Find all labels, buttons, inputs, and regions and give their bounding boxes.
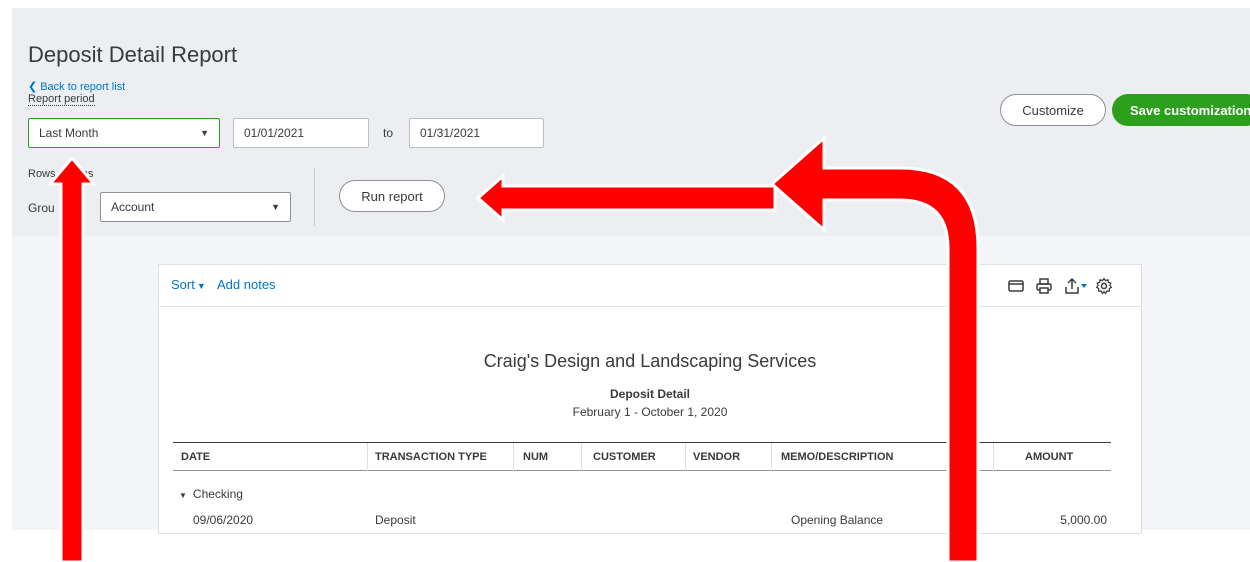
email-icon[interactable] — [1007, 277, 1025, 295]
column-header-date[interactable]: DATE — [181, 451, 210, 463]
company-name: Craig's Design and Landscaping Services — [483, 351, 817, 371]
screen: Deposit Detail Report ❮ Back to report li… — [0, 0, 1250, 562]
column-header-memo[interactable]: MEMO/DESCRIPTION — [781, 451, 893, 463]
column-divider — [367, 443, 368, 471]
group-by-label: Grou — [28, 201, 55, 215]
print-icon[interactable] — [1035, 277, 1053, 295]
report-period-value: Last Month — [39, 126, 99, 140]
row-transaction-type[interactable]: Deposit — [375, 513, 416, 527]
group-by-value: Account — [111, 200, 155, 214]
report-period-label: Report period — [28, 93, 95, 106]
caret-down-icon: ▼ — [179, 491, 187, 500]
column-header-customer[interactable]: CUSTOMER — [593, 451, 656, 463]
column-divider — [513, 443, 514, 471]
report-toolbar: Sort ▼ Add notes — [159, 265, 1141, 307]
report-container: Sort ▼ Add notes Craig's Design and Land… — [158, 264, 1142, 534]
column-header-amount[interactable]: AMOUNT — [1025, 451, 1073, 463]
row-date: 09/06/2020 — [193, 513, 254, 527]
sort-menu[interactable]: Sort ▼ — [171, 277, 206, 292]
column-divider — [581, 443, 582, 471]
caret-down-icon: ▼ — [271, 202, 280, 212]
add-notes-link[interactable]: Add notes — [217, 277, 276, 292]
column-header-num[interactable]: NUM — [523, 451, 548, 463]
group-by-select[interactable]: Account ▼ — [100, 192, 291, 222]
export-icon[interactable] — [1063, 277, 1089, 295]
to-label: to — [383, 126, 394, 140]
column-divider — [685, 443, 686, 471]
group-row-checking[interactable]: ▼ Checking — [179, 487, 243, 501]
back-to-report-list-link[interactable]: ❮ Back to report list — [28, 80, 125, 93]
table-header: DATE TRANSACTION TYPE NUM CUSTOMER VENDO… — [173, 442, 1111, 471]
report-period-select[interactable]: Last Month ▼ — [28, 118, 220, 148]
settings-gear-icon[interactable] — [1095, 277, 1113, 295]
back-link-label: Back to report list — [40, 81, 126, 93]
column-divider — [771, 443, 772, 471]
caret-down-icon: ▼ — [196, 281, 206, 291]
page-title: Deposit Detail Report — [28, 42, 238, 67]
customize-button[interactable]: Customize — [1000, 94, 1106, 126]
row-memo: Opening Balance — [791, 513, 884, 527]
row-amount[interactable]: 5,000.00 — [1039, 513, 1107, 527]
rows-columns-label: Rows mns — [28, 168, 94, 180]
caret-down-icon: ▼ — [200, 128, 209, 138]
divider — [314, 168, 315, 226]
column-header-transaction-type[interactable]: TRANSACTION TYPE — [375, 451, 487, 463]
save-customization-button[interactable]: Save customization — [1112, 94, 1250, 126]
to-date-input[interactable]: 01/31/2021 — [409, 118, 544, 148]
from-date-input[interactable]: 01/01/2021 — [233, 118, 369, 148]
chevron-left-icon: ❮ — [28, 81, 38, 93]
run-report-button[interactable]: Run report — [339, 180, 445, 212]
column-header-vendor[interactable]: VENDOR — [693, 451, 740, 463]
report-date-range: February 1 - October 1, 2020 — [572, 405, 728, 419]
report-title: Deposit Detail — [609, 387, 690, 401]
column-divider — [993, 443, 994, 471]
